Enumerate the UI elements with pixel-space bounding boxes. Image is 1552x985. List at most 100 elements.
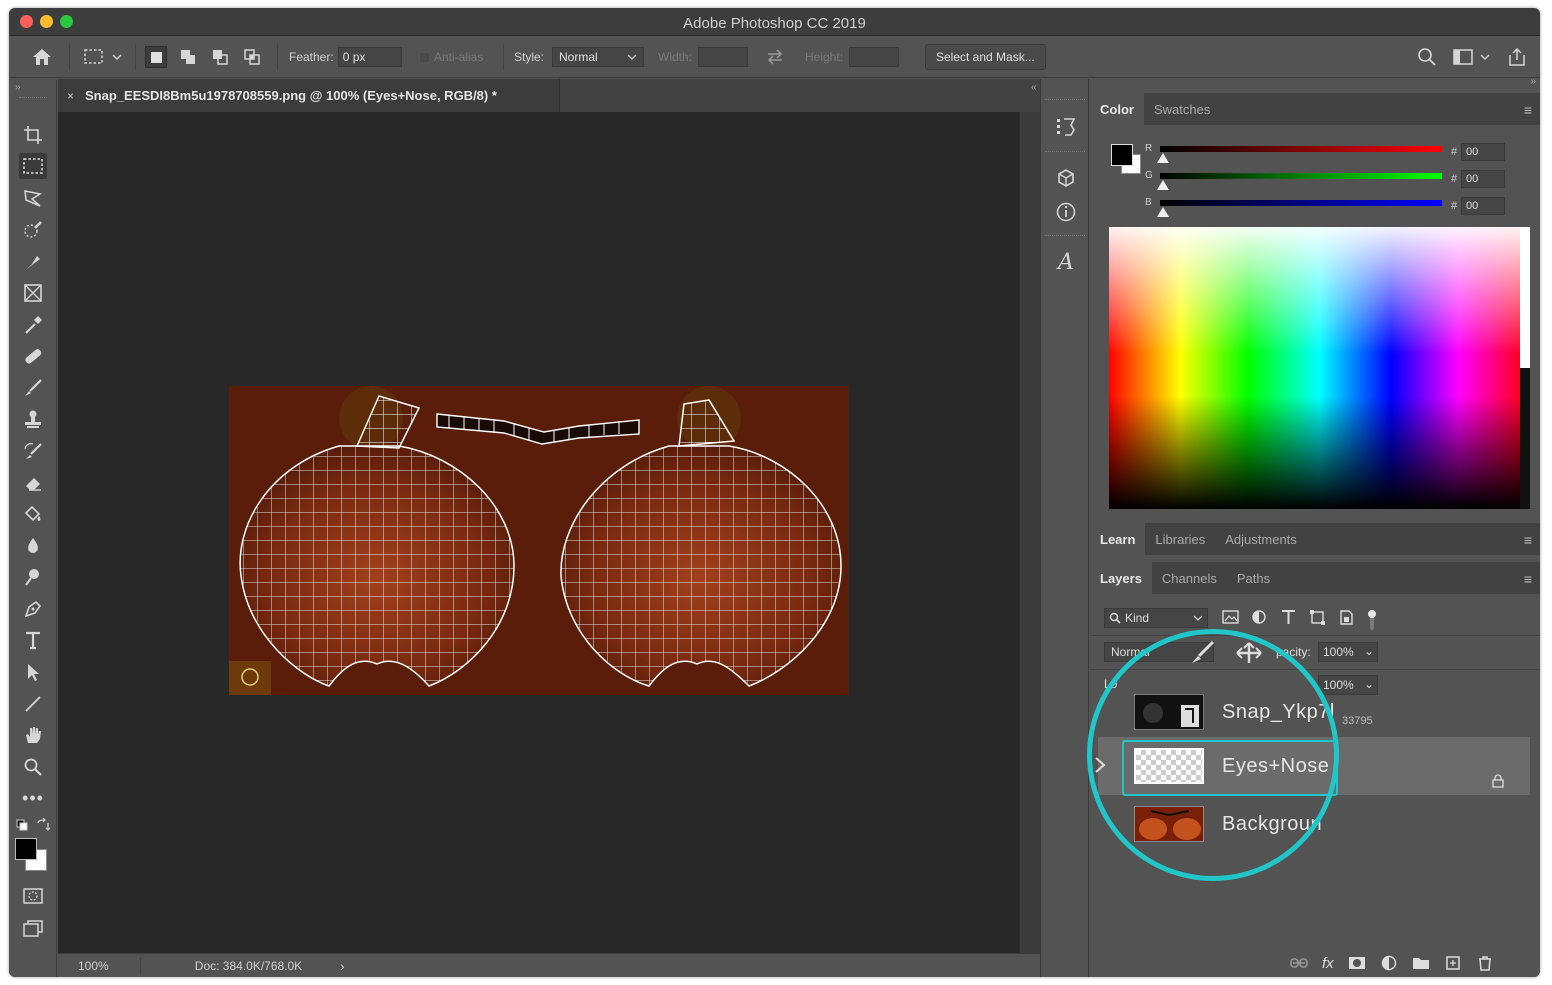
history-brush-tool[interactable] <box>19 438 47 464</box>
height-input[interactable] <box>849 47 900 67</box>
red-value-input[interactable]: 00 <box>1461 143 1505 161</box>
hand-tool[interactable] <box>19 722 47 748</box>
home-button[interactable] <box>31 36 53 78</box>
crop-tool[interactable] <box>19 122 47 148</box>
tab-swatches[interactable]: Swatches <box>1144 93 1220 125</box>
panel-grip[interactable] <box>1045 151 1085 152</box>
move-tool[interactable] <box>19 249 47 275</box>
quick-mask-button[interactable] <box>19 883 47 909</box>
pixel-filter-icon[interactable] <box>1222 609 1239 625</box>
opacity-input[interactable]: 100% ⌄ <box>1318 642 1378 662</box>
tab-color[interactable]: Color <box>1090 93 1144 125</box>
new-group-icon[interactable] <box>1412 955 1430 971</box>
quick-selection-tool[interactable] <box>19 217 47 243</box>
green-slider-thumb[interactable] <box>1157 180 1169 190</box>
share-button[interactable] <box>1507 36 1527 78</box>
clone-stamp-tool[interactable] <box>19 406 47 432</box>
blue-slider-bar[interactable] <box>1160 200 1442 206</box>
red-slider[interactable]: R # 00 <box>1145 143 1505 173</box>
tab-adjustments[interactable]: Adjustments <box>1215 523 1307 555</box>
green-slider[interactable]: G # 00 <box>1145 170 1505 200</box>
history-panel-button[interactable] <box>1053 114 1079 140</box>
blue-value-input[interactable]: 00 <box>1461 197 1505 215</box>
feather-input[interactable]: 0 px <box>337 47 402 67</box>
smart-object-filter-icon[interactable] <box>1338 609 1355 625</box>
zoom-level[interactable]: 100% <box>78 959 109 973</box>
3d-panel-button[interactable] <box>1053 165 1079 191</box>
expand-toolbar-icon[interactable]: » <box>15 82 21 93</box>
swap-width-height-button[interactable] <box>765 36 785 78</box>
frame-tool[interactable] <box>19 280 47 306</box>
spectrum-bw-strip[interactable] <box>1520 227 1530 509</box>
new-layer-icon[interactable] <box>1444 955 1462 971</box>
pen-tool[interactable] <box>19 596 47 622</box>
collapse-icons-icon[interactable]: « <box>1031 82 1037 93</box>
style-select[interactable]: Normal <box>552 47 645 67</box>
glyphs-panel-button[interactable]: A <box>1053 249 1079 275</box>
more-tools-button[interactable]: ••• <box>19 785 47 811</box>
panel-grip[interactable] <box>1045 99 1085 100</box>
panel-grip[interactable] <box>1045 235 1085 236</box>
document-tab[interactable]: × Snap_EESDI8Bm5u1978708559.png @ 100% (… <box>58 79 560 112</box>
antialias-checkbox[interactable] <box>419 51 430 63</box>
color-spectrum[interactable] <box>1109 227 1530 509</box>
color-fg-swatch[interactable] <box>1111 144 1133 166</box>
document-image[interactable] <box>229 386 849 695</box>
trash-icon[interactable] <box>1476 955 1494 971</box>
toolbar-grip[interactable] <box>19 97 47 99</box>
canvas-area[interactable] <box>58 112 1019 953</box>
type-tool[interactable] <box>19 627 47 653</box>
layers-panel-menu-icon[interactable]: ≡ <box>1524 571 1532 587</box>
opacity-dropdown-icon[interactable]: ⌄ <box>1364 644 1374 658</box>
tab-layers[interactable]: Layers <box>1090 562 1152 594</box>
layer-row[interactable]: Backgroun <box>1098 796 1530 852</box>
layer-row[interactable]: Snap_Ykp7l 33795 <box>1098 684 1530 740</box>
learn-panel-menu-icon[interactable]: ≡ <box>1524 532 1532 548</box>
color-panel-menu-icon[interactable]: ≡ <box>1524 102 1532 118</box>
path-selection-tool[interactable] <box>19 659 47 685</box>
paint-bucket-tool[interactable] <box>19 501 47 527</box>
red-slider-bar[interactable] <box>1160 146 1442 152</box>
link-layers-icon[interactable] <box>1290 955 1308 971</box>
adjustment-layer-icon[interactable] <box>1380 955 1398 971</box>
zoom-tool[interactable] <box>19 754 47 780</box>
eraser-tool[interactable] <box>19 470 47 496</box>
healing-brush-tool[interactable] <box>19 343 47 369</box>
workspace-switcher[interactable] <box>1453 36 1493 78</box>
layer-filter-select[interactable]: Kind <box>1104 608 1208 628</box>
green-slider-bar[interactable] <box>1160 173 1442 179</box>
swap-colors-button[interactable] <box>36 817 51 835</box>
type-filter-icon[interactable] <box>1280 609 1297 625</box>
blue-slider[interactable]: B # 00 <box>1145 197 1505 227</box>
lasso-tool[interactable] <box>19 185 47 211</box>
subtract-from-selection-button[interactable] <box>209 46 231 68</box>
status-menu-arrow[interactable]: › <box>340 958 345 974</box>
add-mask-icon[interactable] <box>1348 955 1366 971</box>
info-panel-button[interactable] <box>1053 199 1079 225</box>
red-slider-thumb[interactable] <box>1157 153 1169 163</box>
width-input[interactable] <box>698 47 749 67</box>
screen-mode-button[interactable] <box>19 915 47 941</box>
blur-tool[interactable] <box>19 533 47 559</box>
dodge-tool[interactable] <box>19 564 47 590</box>
layer-lock-icon[interactable] <box>1491 774 1505 791</box>
collapse-panels-icon[interactable]: » <box>1530 76 1536 87</box>
vertical-scrollbar[interactable] <box>1019 112 1040 953</box>
select-and-mask-button[interactable]: Select and Mask... <box>925 44 1046 70</box>
fx-icon[interactable]: fx <box>1322 955 1334 972</box>
close-document-icon[interactable]: × <box>67 89 74 103</box>
add-to-selection-button[interactable] <box>177 46 199 68</box>
visibility-chevron-icon[interactable] <box>1094 756 1106 777</box>
blue-slider-thumb[interactable] <box>1157 207 1169 217</box>
eyedropper-tool[interactable] <box>19 312 47 338</box>
tool-preset-picker[interactable] <box>83 36 123 78</box>
brush-tool[interactable] <box>19 375 47 401</box>
new-selection-button[interactable] <box>145 46 167 68</box>
shape-filter-icon[interactable] <box>1309 609 1326 625</box>
search-button[interactable] <box>1417 36 1437 78</box>
foreground-color-swatch[interactable] <box>15 838 37 860</box>
tab-channels[interactable]: Channels <box>1152 562 1227 594</box>
layer-row[interactable]: Eyes+Nose <box>1095 738 1530 796</box>
filter-toggle-icon[interactable] <box>1367 609 1377 631</box>
rectangular-marquee-tool[interactable] <box>19 153 47 179</box>
